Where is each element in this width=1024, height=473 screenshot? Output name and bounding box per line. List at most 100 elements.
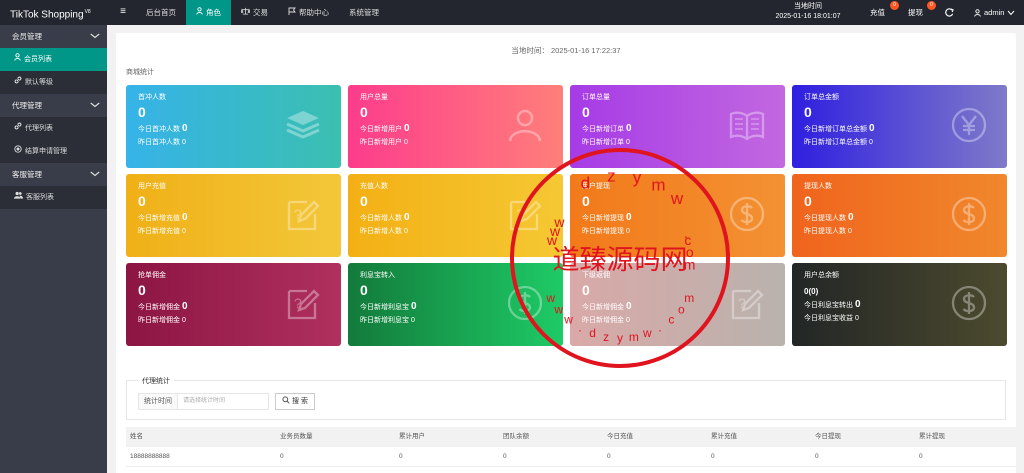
table-cell: 0: [815, 453, 819, 460]
agent-legend: 代理统计: [138, 376, 174, 386]
sidebar-group-label: 代理管理: [12, 101, 42, 110]
nav-item-label: 角色: [206, 8, 221, 17]
stat-card: 订单总量 0 今日新增订单 0 昨日新增订单 0: [570, 85, 785, 168]
dollar-icon: [507, 285, 543, 321]
table-cell: 0: [607, 453, 611, 460]
user-icon: [196, 0, 203, 25]
stat-card-title: 用户充值: [138, 183, 166, 190]
edit-icon: ?: [287, 200, 320, 231]
stat-card-title: 首冲人数: [138, 94, 166, 101]
table-cell: 0: [280, 453, 284, 460]
nav-item-2[interactable]: 交易: [231, 0, 278, 25]
table-cell: 0: [399, 453, 403, 460]
clock: 当地时间 2025-01-16 18:01:07: [768, 0, 848, 25]
refresh-button[interactable]: [945, 0, 957, 25]
column-header: 今日提现: [815, 433, 841, 440]
stat-card: 下级返佣 0 今日新增佣金 0 昨日新增佣金 0?: [570, 263, 785, 346]
nav-item-label: 系统管理: [349, 8, 379, 17]
yen-icon: [951, 107, 987, 143]
stat-card-title: 充值人数: [360, 183, 388, 190]
nav-item-0[interactable]: 后台首页: [136, 0, 186, 25]
current-time: 当地时间： 2025-01-16 17:22:37: [511, 46, 621, 55]
search-button[interactable]: 搜 索: [275, 393, 315, 410]
withdraw-button[interactable]: 提现: [908, 0, 923, 25]
sidebar-group-label: 客服管理: [12, 170, 42, 179]
chevron-down-icon: [89, 163, 100, 186]
stat-card-title: 用户总量: [360, 94, 388, 101]
logo[interactable]: TikTok ShoppingV8: [0, 0, 107, 25]
flag-icon: [288, 0, 296, 25]
nav-item-1[interactable]: 角色: [186, 0, 231, 25]
nav-item-label: 后台首页: [146, 8, 176, 17]
table-cell: 0: [711, 453, 715, 460]
scale-icon: [240, 0, 251, 25]
stat-card: 充值人数 0 今日新增人数 0 昨日新增人数 0?: [348, 174, 563, 257]
user-name: admin: [984, 8, 1005, 17]
sidebar-item-2-0[interactable]: 客服列表: [0, 186, 107, 209]
agent-stats-panel: 代理统计 统计时间 请选择统计时间 搜 索 姓名 业务员数量 累计用户 团队余额 今日充…: [116, 365, 1016, 473]
stat-card-title: 下级返佣: [582, 272, 610, 279]
recharge-badge: 0: [890, 1, 899, 10]
sidebar-item-0-1[interactable]: 默认等级: [0, 71, 107, 94]
nav-item-4[interactable]: 系统管理: [339, 0, 389, 25]
search-icon: [282, 396, 290, 404]
column-header: 累计用户: [399, 433, 425, 440]
column-header: 今日充值: [607, 433, 633, 440]
recharge-button[interactable]: 充值: [870, 0, 885, 25]
stat-card: 提现人数 0 今日提现人数 0 昨日提现人数 0: [792, 174, 1007, 257]
stat-card: 利息宝转入 0 今日新增利息宝 0 昨日新增利息宝 0: [348, 263, 563, 346]
person-icon: [508, 109, 542, 142]
refresh-icon: [945, 8, 954, 17]
nav-item-label: 交易: [253, 8, 268, 17]
chevron-down-icon: [89, 25, 100, 48]
sidebar-item-1-0[interactable]: 代理列表: [0, 117, 107, 140]
dollar-icon: [729, 196, 765, 232]
sidebar-item-1-1[interactable]: 结算申请管理: [0, 140, 107, 163]
sidebar-item-label: 默认等级: [25, 79, 53, 86]
table-row[interactable]: 18888888888 0 0 0 0 0 0 0: [126, 447, 1016, 467]
svg-text:?: ?: [738, 295, 746, 311]
chevron-down-icon: [89, 94, 100, 117]
stat-card-title: 利息宝转入: [360, 272, 395, 279]
link-icon: [14, 117, 22, 140]
column-header: 姓名: [130, 433, 143, 440]
stat-card-title: 抢单佣金: [138, 272, 166, 279]
sidebar-item-label: 代理列表: [25, 125, 53, 132]
stat-card: 抢单佣金 0 今日新增佣金 0 昨日新增佣金 0?: [126, 263, 341, 346]
link-icon: [14, 71, 22, 94]
sidebar: 会员管理 会员列表默认等级代理管理代理列表结算申请管理客服管理客服列表: [0, 25, 107, 473]
stat-card-title: 提现人数: [804, 183, 832, 190]
layers-icon: [286, 111, 320, 139]
edit-icon: ?: [287, 289, 320, 320]
nav-item-label: 帮助中心: [299, 8, 329, 17]
stat-card-title: 订单总金额: [804, 94, 839, 101]
user-menu[interactable]: admin: [974, 0, 1015, 25]
book-icon: [729, 111, 765, 141]
menu-toggle-button[interactable]: ≡: [113, 0, 133, 25]
users-icon: [14, 186, 23, 209]
withdraw-badge: 0: [927, 1, 936, 10]
stat-card: 首冲人数 0 今日首冲人数 0 昨日首冲人数 0: [126, 85, 341, 168]
table-cell: 18888888888: [130, 453, 170, 460]
sidebar-group-0[interactable]: 会员管理: [0, 25, 107, 48]
table-cell: 0: [919, 453, 923, 460]
stat-time-input[interactable]: 请选择统计时间: [177, 393, 269, 410]
svg-text:?: ?: [516, 206, 524, 222]
main-content: 当地时间： 2025-01-16 17:22:37 商城统计 首冲人数 0 今日首冲…: [107, 25, 1024, 473]
sidebar-item-0-0[interactable]: 会员列表: [0, 48, 107, 71]
sidebar-group-2[interactable]: 客服管理: [0, 163, 107, 186]
mall-stats-panel: 当地时间： 2025-01-16 17:22:37 商城统计 首冲人数 0 今日首冲…: [116, 33, 1016, 378]
stat-card: 用户总余额 0(0) 今日利息宝转出 0 今日利息宝收益 0: [792, 263, 1007, 346]
nav-item-3[interactable]: 帮助中心: [278, 0, 339, 25]
clock-value: 2025-01-16 18:01:07: [775, 13, 841, 20]
section-title: 商城统计: [126, 69, 154, 76]
svg-text:?: ?: [294, 295, 302, 311]
stat-card-title: 订单总量: [582, 94, 610, 101]
radio-icon: [14, 140, 22, 163]
user-icon: [974, 8, 981, 17]
sidebar-item-label: 客服列表: [26, 194, 54, 201]
dollar-icon: [951, 196, 987, 232]
sidebar-group-1[interactable]: 代理管理: [0, 94, 107, 117]
edit-icon: ?: [731, 289, 764, 320]
stat-time-label: 统计时间: [138, 393, 178, 410]
